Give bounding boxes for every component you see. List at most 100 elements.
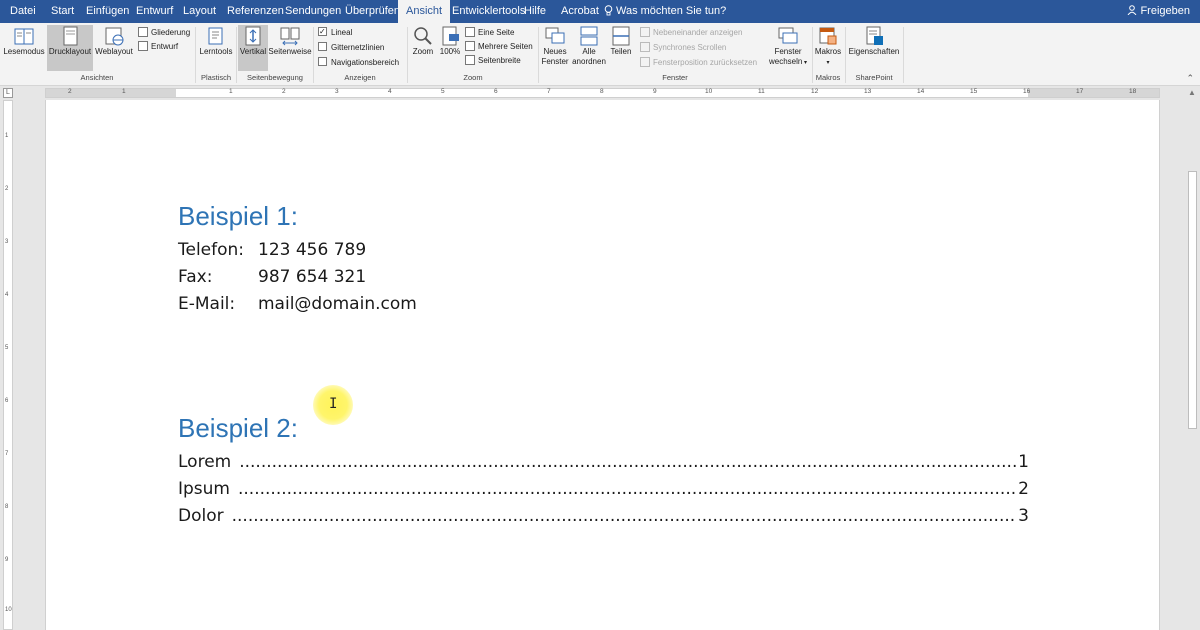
navigationsbereich-checkbox[interactable]: Navigationsbereich	[318, 56, 399, 69]
mehrere-seiten-button[interactable]: Mehrere Seiten	[465, 40, 533, 53]
tab-datei[interactable]: Datei	[10, 0, 36, 23]
entwurf-label: Entwurf	[151, 42, 179, 51]
group-separator	[236, 27, 237, 83]
side-by-side-icon	[640, 27, 650, 37]
new-window-icon	[545, 27, 565, 44]
share-button[interactable]: Freigeben	[1127, 0, 1190, 23]
ruler-number: 6	[494, 88, 498, 95]
neues-label-2: Fenster	[541, 57, 569, 66]
heading-beispiel-1: Beispiel 1:	[178, 201, 298, 231]
fenster-wechseln-button[interactable]: Fenster wechseln ▾	[766, 25, 810, 68]
tab-acrobat[interactable]: Acrobat	[561, 0, 599, 23]
outline-icon	[138, 27, 148, 37]
ruler-number: 3	[335, 88, 339, 95]
group-separator	[538, 27, 539, 83]
group-label-fenster: Fenster	[662, 73, 688, 82]
group-label-zoom: Zoom	[463, 73, 483, 82]
gliederung-button[interactable]: Gliederung	[138, 26, 190, 39]
ruler-number: 11	[758, 88, 765, 95]
ruler-number: 3	[5, 239, 9, 245]
tab-entwicklertools[interactable]: Entwicklertools	[452, 0, 525, 23]
gitternetzlinien-checkbox[interactable]: Gitternetzlinien	[318, 41, 384, 54]
ruler-number: 1	[122, 88, 126, 95]
vertikal-label: Vertikal	[239, 47, 267, 56]
tab-layout[interactable]: Layout	[183, 0, 216, 23]
group-label-ansichten: Ansichten	[80, 73, 114, 82]
contact-value: 123 456 789	[258, 240, 367, 260]
tab-referenzen[interactable]: Referenzen	[227, 0, 284, 23]
tell-me-box[interactable]: Was möchten Sie tun?	[604, 0, 726, 23]
sync-scroll-icon	[640, 42, 650, 52]
fensterposition-button[interactable]: Fensterposition zurücksetzen	[640, 56, 757, 69]
toc-leader-dots: ........................................…	[239, 452, 1016, 472]
makros-button[interactable]: Makros ▾	[813, 25, 843, 68]
tab-ueberpruefen[interactable]: Überprüfen	[345, 0, 400, 23]
document-page[interactable]: Beispiel 1: Telefon: 123 456 789 Fax: 987 …	[45, 100, 1160, 630]
group-separator	[845, 27, 846, 83]
toc-row: Ipsum ..................................…	[178, 479, 1029, 499]
teilen-button[interactable]: Teilen	[608, 25, 634, 57]
contact-line-fax: Fax: 987 654 321	[178, 267, 366, 287]
tab-sendungen[interactable]: Sendungen	[285, 0, 341, 23]
ruler-number: 1	[5, 133, 9, 139]
toc-row: Dolor ..................................…	[178, 506, 1029, 526]
drucklayout-button[interactable]: Drucklayout	[47, 25, 93, 71]
properties-icon	[866, 26, 883, 45]
lineal-checkbox[interactable]: Lineal	[318, 25, 352, 39]
wechseln-label-2: wechseln	[768, 57, 803, 66]
eine-seite-button[interactable]: Eine Seite	[465, 26, 514, 39]
gitternetzlinien-label: Gitternetzlinien	[331, 43, 385, 52]
heading-beispiel-2: Beispiel 2:	[178, 413, 298, 443]
neues-fenster-button[interactable]: Neues Fenster	[540, 25, 570, 67]
ruler-number: 5	[5, 345, 9, 351]
tab-entwurf[interactable]: Entwurf	[136, 0, 173, 23]
vertikal-button[interactable]: Vertikal	[238, 25, 268, 71]
lightbulb-icon	[604, 5, 613, 16]
weblayout-button[interactable]: Weblayout	[94, 25, 134, 57]
neues-label-1: Neues	[543, 47, 567, 56]
contact-label: E-Mail:	[178, 294, 236, 314]
checkbox-unchecked	[318, 42, 327, 51]
macros-icon	[819, 27, 837, 45]
toc-page-number: 2	[1018, 479, 1029, 499]
seitenweise-button[interactable]: Seitenweise	[268, 25, 312, 57]
toc-leader-dots: ........................................…	[238, 479, 1017, 499]
synchrones-scrollen-button[interactable]: Synchrones Scrollen	[640, 41, 726, 54]
lesemodus-button[interactable]: Lesemodus	[2, 25, 46, 57]
side-to-side-icon	[280, 27, 300, 46]
contact-label: Telefon:	[178, 240, 245, 260]
horizontal-ruler[interactable]: L 2 1 1 2 3 4 5 6 7 8 9 10 11 12 13 14 1…	[0, 86, 1200, 100]
ruler-number: 8	[600, 88, 604, 95]
tab-ansicht[interactable]: Ansicht	[398, 0, 451, 23]
seitenbreite-button[interactable]: Seitenbreite	[465, 54, 521, 67]
ribbon-ansicht: Lesemodus Drucklayout Weblayout Gliederu…	[0, 23, 1200, 86]
entwurf-button[interactable]: Entwurf	[138, 40, 178, 53]
tab-selector[interactable]: L	[3, 88, 13, 98]
person-icon	[1128, 5, 1137, 16]
alle-label-1: Alle	[582, 47, 596, 56]
toc-entry-name: Dolor	[178, 506, 224, 526]
nebeneinander-button[interactable]: Nebeneinander anzeigen	[640, 26, 742, 39]
tab-hilfe[interactable]: Hilfe	[524, 0, 546, 23]
ruler-number: 4	[5, 292, 9, 298]
tab-start[interactable]: Start	[51, 0, 74, 23]
alle-anordnen-button[interactable]: Alle anordnen	[570, 25, 608, 67]
zoom-100-button[interactable]: 100%	[437, 25, 463, 57]
scroll-up-icon[interactable]: ▲	[1188, 88, 1196, 97]
vertical-scrollbar[interactable]: ▲	[1185, 86, 1200, 630]
vertical-ruler[interactable]: 1 2 3 4 5 6 7 8 9 10	[3, 100, 13, 630]
eigenschaften-button[interactable]: Eigenschaften	[847, 25, 901, 57]
scrollbar-thumb[interactable]	[1188, 171, 1197, 429]
vertical-scroll-icon	[245, 26, 261, 46]
toc-page-number: 3	[1018, 506, 1029, 526]
split-icon	[612, 26, 630, 46]
collapse-ribbon-icon[interactable]: ⌃	[1186, 73, 1194, 84]
ruler-number: 1	[229, 88, 233, 95]
zoom-button[interactable]: Zoom	[409, 25, 437, 57]
share-label: Freigeben	[1140, 5, 1190, 17]
contact-line-telefon: Telefon: 123 456 789	[178, 240, 366, 260]
ruler-number: 14	[917, 88, 925, 95]
switch-windows-icon	[778, 27, 798, 44]
lerntools-button[interactable]: Lerntools	[197, 25, 235, 57]
tab-einfuegen[interactable]: Einfügen	[86, 0, 129, 23]
